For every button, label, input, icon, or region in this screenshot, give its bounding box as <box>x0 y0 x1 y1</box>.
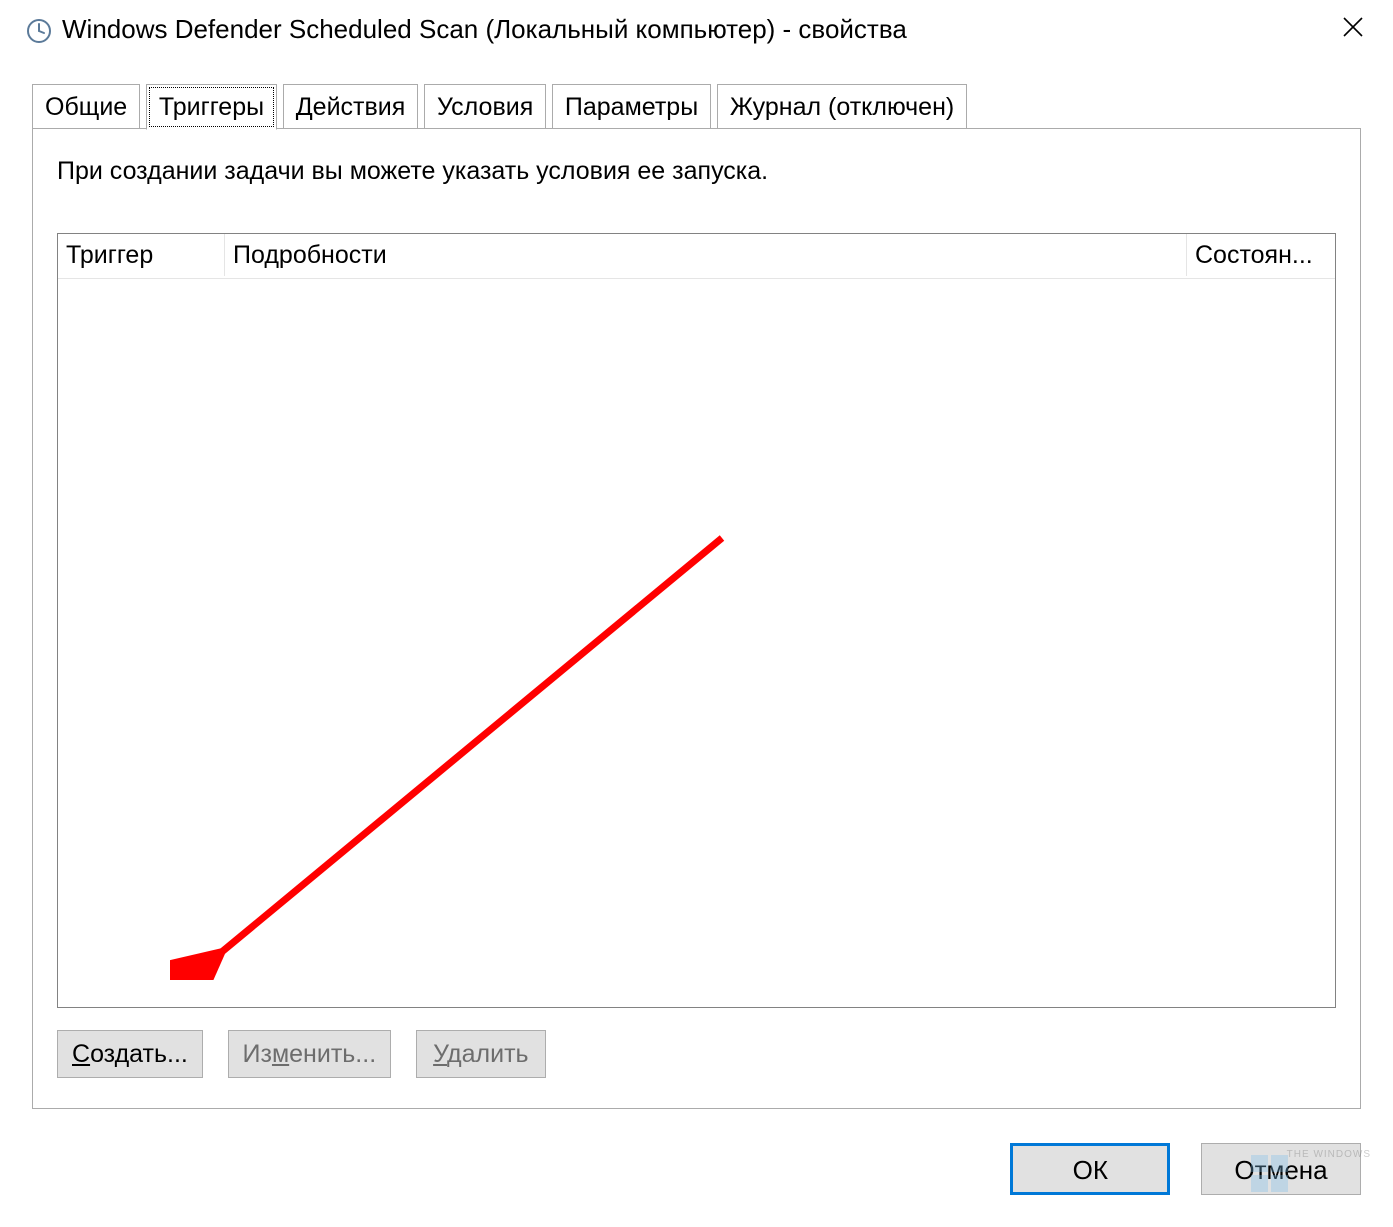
tabstrip: Общие Триггеры Действия Условия Параметр… <box>32 84 1361 130</box>
tab-label: Действия <box>296 93 406 121</box>
tab-settings[interactable]: Параметры <box>552 84 711 130</box>
column-header-status[interactable]: Состоян... <box>1187 234 1335 276</box>
listview-header: Триггер Подробности Состоян... <box>58 234 1335 279</box>
window-title: Windows Defender Scheduled Scan (Локальн… <box>62 14 907 45</box>
tab-label: Параметры <box>565 93 698 121</box>
hotkey-underline: У <box>433 1040 447 1068</box>
dialog-body: Общие Триггеры Действия Условия Параметр… <box>14 70 1379 1209</box>
column-header-trigger[interactable]: Триггер <box>58 234 225 276</box>
cancel-button[interactable]: Отмена <box>1201 1143 1361 1195</box>
ok-button[interactable]: ОК <box>1010 1143 1170 1195</box>
triggers-description: При создании задачи вы можете указать ус… <box>57 157 1336 186</box>
tab-label: Общие <box>45 93 127 121</box>
column-header-details[interactable]: Подробности <box>225 234 1187 276</box>
task-scheduler-icon <box>26 18 52 44</box>
hotkey-underline: С <box>72 1040 90 1068</box>
tab-label: Журнал (отключен) <box>730 93 954 121</box>
titlebar: Windows Defender Scheduled Scan (Локальн… <box>0 0 1393 58</box>
button-label-pre: Из <box>243 1040 272 1068</box>
delete-trigger-button: Удалить <box>416 1030 546 1078</box>
button-label-rest: енить... <box>289 1040 376 1068</box>
triggers-buttons: Создать... Изменить... Удалить <box>57 1030 564 1080</box>
tab-label: Условия <box>437 93 533 121</box>
tab-conditions[interactable]: Условия <box>424 84 546 130</box>
close-icon <box>1342 16 1364 38</box>
edit-trigger-button: Изменить... <box>228 1030 392 1078</box>
tab-label: Триггеры <box>159 93 264 121</box>
tabpanel-triggers: При создании задачи вы можете указать ус… <box>32 128 1361 1109</box>
tab-history[interactable]: Журнал (отключен) <box>717 84 967 130</box>
tab-actions[interactable]: Действия <box>283 84 419 130</box>
close-button[interactable] <box>1313 0 1393 58</box>
hotkey-underline: м <box>272 1040 289 1068</box>
button-label-rest: оздать... <box>90 1040 188 1068</box>
button-label-rest: далить <box>447 1040 529 1068</box>
triggers-listview[interactable]: Триггер Подробности Состоян... <box>57 233 1336 1008</box>
new-trigger-button[interactable]: Создать... <box>57 1030 203 1078</box>
tab-general[interactable]: Общие <box>32 84 140 130</box>
dialog-buttons: ОК Отмена <box>986 1143 1361 1199</box>
tab-triggers[interactable]: Триггеры <box>146 84 277 130</box>
